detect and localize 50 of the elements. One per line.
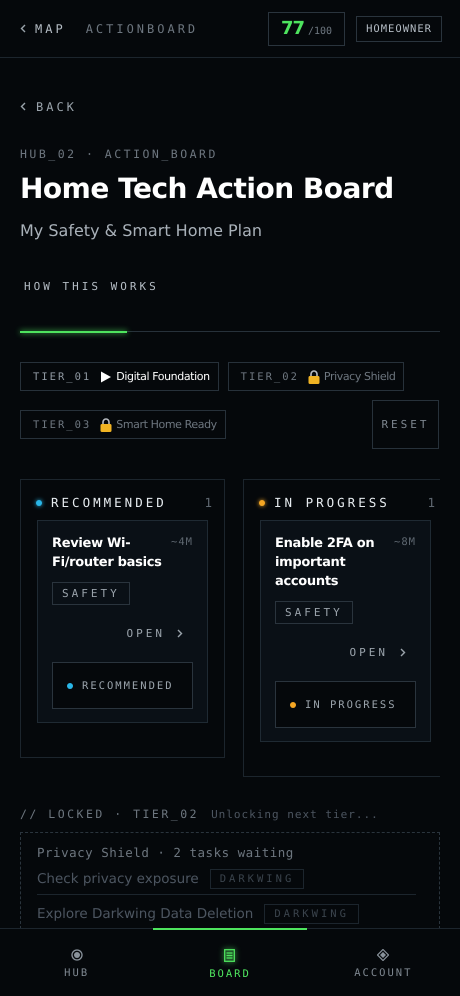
locked-label: // LOCKED · TIER_02 [20, 807, 200, 821]
how-it-works-link[interactable]: HOW THIS WORKS [24, 280, 159, 293]
play-icon [100, 370, 112, 382]
nav-tab[interactable]: HUB [0, 928, 154, 996]
column-title: IN PROGRESS [274, 495, 391, 510]
task-card[interactable]: Review Wi-Fi/router basics ~4M SAFETY OPEN RECOMMENDED [37, 520, 208, 723]
page-title: Home Tech Action Board [20, 171, 395, 207]
status-dropdown[interactable]: IN PROGRESS [275, 681, 416, 728]
chevron-left-icon [20, 102, 26, 111]
back-link[interactable]: BACK [20, 100, 77, 114]
time-estimate: ~8M [394, 535, 416, 550]
breadcrumb: ACTIONBOARD [86, 22, 198, 36]
reset-button[interactable]: RESET [372, 400, 439, 449]
tier-tab[interactable]: TIER_02 Privacy Shield [228, 362, 404, 391]
role-badge: HOMEOWNER [356, 16, 442, 42]
task-title: Review Wi-Fi/router basics [52, 535, 163, 572]
lock-icon [308, 370, 320, 384]
circle-icon [70, 949, 83, 961]
column-count: 1 [204, 495, 212, 510]
locked-task-tag: DARKWING [210, 869, 304, 889]
open-link[interactable]: OPEN [126, 627, 183, 640]
locked-task-tag: DARKWING [264, 904, 359, 924]
category-tag: SAFETY [275, 601, 353, 624]
tier-tab[interactable]: TIER_01 Digital Foundation [20, 362, 219, 391]
score-max: /100 [308, 26, 332, 36]
locked-task-title: Check privacy exposure [37, 871, 199, 887]
nav-tab[interactable]: ACCOUNT [306, 928, 460, 996]
eyebrow-label: HUB_02 · ACTION_BOARD [20, 147, 219, 161]
list-icon [224, 949, 236, 962]
map-back-link[interactable]: MAP [20, 22, 66, 36]
task-card[interactable]: Enable 2FA on important accounts ~8M SAFETY OPEN IN PROGRESS [260, 520, 431, 742]
chevron-icon [400, 648, 406, 657]
diamond-icon [377, 949, 390, 961]
lock-icon [100, 418, 112, 432]
locked-task-title: Explore Darkwing Data Deletion [37, 906, 254, 922]
open-link[interactable]: OPEN [350, 646, 406, 659]
locked-summary: Privacy Shield · 2 tasks waiting [37, 845, 295, 860]
tier-tab[interactable]: TIER_03 Smart Home Ready [20, 410, 226, 439]
column-title: RECOMMENDED [51, 495, 168, 510]
chevron-icon [177, 629, 183, 638]
nav-tab[interactable]: BOARD [153, 928, 307, 996]
status-dropdown[interactable]: RECOMMENDED [52, 662, 193, 709]
page-subtitle: My Safety & Smart Home Plan [20, 221, 264, 240]
category-tag: SAFETY [52, 582, 130, 605]
score-value: 77 [280, 18, 304, 38]
column-count: 1 [427, 495, 435, 510]
unlock-note: Unlocking next tier... [211, 808, 379, 821]
time-estimate: ~4M [171, 535, 193, 550]
chevron-left-icon [20, 24, 26, 33]
task-title: Enable 2FA on important accounts [275, 535, 376, 591]
